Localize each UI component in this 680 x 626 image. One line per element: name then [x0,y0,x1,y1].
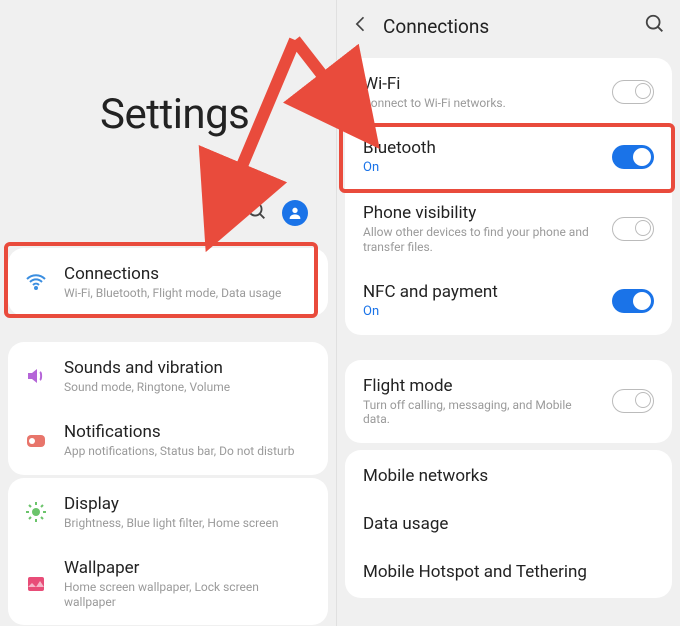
item-subtitle: Brightness, Blue light filter, Home scre… [64,516,312,530]
connections-item-wifi[interactable]: Wi-Fi Connect to Wi-Fi networks. [345,60,672,124]
settings-group-connections: Connections Wi-Fi, Bluetooth, Flight mod… [8,248,328,316]
item-title: Bluetooth [363,138,600,158]
item-body: Sounds and vibration Sound mode, Rington… [64,358,312,394]
connections-group-1: Wi-Fi Connect to Wi-Fi networks. Bluetoo… [345,58,672,335]
item-body: Data usage [363,514,654,534]
settings-item-connections[interactable]: Connections Wi-Fi, Bluetooth, Flight mod… [8,250,328,314]
item-title: Sounds and vibration [64,358,312,378]
item-body: Wallpaper Home screen wallpaper, Lock sc… [64,558,312,609]
item-title: Wallpaper [64,558,312,578]
header-title: Connections [383,15,632,38]
sound-icon [24,364,48,388]
item-body: Display Brightness, Blue light filter, H… [64,494,312,530]
item-status: On [363,304,600,319]
item-subtitle: Wi-Fi, Bluetooth, Flight mode, Data usag… [64,286,312,300]
item-subtitle: Home screen wallpaper, Lock screen wallp… [64,580,312,609]
nfc-toggle[interactable] [612,289,654,313]
wifi-toggle[interactable] [612,80,654,104]
connections-item-visibility[interactable]: Phone visibility Allow other devices to … [345,189,672,268]
notifications-icon [24,429,48,453]
connections-panel: Connections Wi-Fi Connect to Wi-Fi netwo… [337,0,680,626]
back-icon[interactable] [351,14,371,38]
item-subtitle: Allow other devices to find your phone a… [363,225,600,254]
item-title: NFC and payment [363,282,600,302]
wallpaper-icon [24,572,48,596]
item-title: Flight mode [363,376,600,396]
item-title: Phone visibility [363,203,600,223]
settings-item-notifications[interactable]: Notifications App notifications, Status … [8,408,328,472]
display-icon [24,500,48,524]
flight-mode-toggle[interactable] [612,389,654,413]
search-icon[interactable] [644,13,666,39]
item-title: Connections [64,264,312,284]
item-title: Mobile networks [363,466,654,486]
item-subtitle: Connect to Wi-Fi networks. [363,96,600,110]
item-title: Mobile Hotspot and Tethering [363,562,654,582]
item-title: Notifications [64,422,312,442]
item-body: Flight mode Turn off calling, messaging,… [363,376,600,427]
settings-group-sound-notif: Sounds and vibration Sound mode, Rington… [8,342,328,475]
settings-toolbar [0,200,336,226]
search-icon[interactable] [246,200,268,226]
item-status: On [363,160,600,175]
item-body: Mobile networks [363,466,654,486]
item-body: Wi-Fi Connect to Wi-Fi networks. [363,74,600,110]
connections-item-hotspot[interactable]: Mobile Hotspot and Tethering [345,548,672,596]
item-body: Bluetooth On [363,138,600,175]
item-body: Notifications App notifications, Status … [64,422,312,458]
item-body: Phone visibility Allow other devices to … [363,203,600,254]
connections-item-nfc[interactable]: NFC and payment On [345,268,672,333]
connections-item-data-usage[interactable]: Data usage [345,500,672,548]
item-title: Display [64,494,312,514]
connections-item-bluetooth[interactable]: Bluetooth On [345,124,672,189]
item-body: Mobile Hotspot and Tethering [363,562,654,582]
account-avatar-icon[interactable] [282,200,308,226]
page-title: Settings [100,90,249,139]
item-body: NFC and payment On [363,282,600,319]
settings-item-wallpaper[interactable]: Wallpaper Home screen wallpaper, Lock sc… [8,544,328,623]
visibility-toggle[interactable] [612,217,654,241]
connections-group-3: Mobile networks Data usage Mobile Hotspo… [345,450,672,598]
settings-item-sounds[interactable]: Sounds and vibration Sound mode, Rington… [8,344,328,408]
item-subtitle: Sound mode, Ringtone, Volume [64,380,312,394]
item-title: Data usage [363,514,654,534]
settings-main-panel: Settings Connections Wi-Fi, Bluetooth, F… [0,0,337,626]
settings-item-display[interactable]: Display Brightness, Blue light filter, H… [8,480,328,544]
item-subtitle: Turn off calling, messaging, and Mobile … [363,398,600,427]
connections-group-2: Flight mode Turn off calling, messaging,… [345,360,672,443]
connections-header: Connections [337,0,680,52]
item-body: Connections Wi-Fi, Bluetooth, Flight mod… [64,264,312,300]
connections-item-flight-mode[interactable]: Flight mode Turn off calling, messaging,… [345,362,672,441]
settings-group-display: Display Brightness, Blue light filter, H… [8,478,328,625]
wifi-icon [24,270,48,294]
item-subtitle: App notifications, Status bar, Do not di… [64,444,312,458]
item-title: Wi-Fi [363,74,600,94]
connections-item-mobile-networks[interactable]: Mobile networks [345,452,672,500]
bluetooth-toggle[interactable] [612,145,654,169]
